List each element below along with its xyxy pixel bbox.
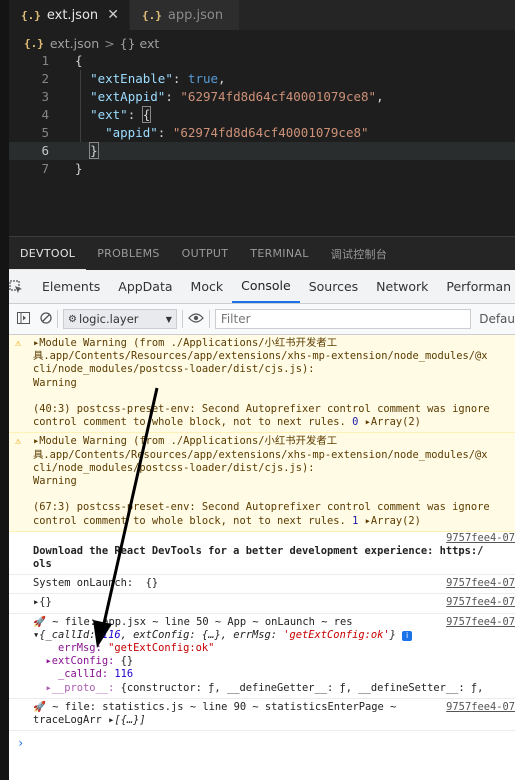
code-line[interactable]: 2 "extEnable": true, [9, 70, 515, 88]
code-editor: {.} ext.json ✕ {.} app.json {.} ext.json… [0, 0, 515, 236]
tab-output[interactable]: OUTPUT [171, 237, 240, 270]
tab-problems[interactable]: PROBLEMS [86, 237, 170, 270]
console-output: ⚠ ▸Module Warning (from ./Applications/小红… [9, 335, 515, 750]
array-toggle[interactable]: ▸[{…}] [108, 714, 146, 726]
line-number: 2 [41, 71, 49, 86]
tab-label: app.json [167, 7, 224, 23]
editor-tabs: {.} ext.json ✕ {.} app.json [9, 0, 515, 30]
source-link[interactable]: 9757fee4-07 [443, 532, 515, 545]
breadcrumb: {.} ext.json > {} ext [24, 34, 159, 52]
object-preview[interactable]: ▾{_callId: 116, extConfig: {…}, errMsg: … [33, 629, 396, 641]
array-toggle[interactable]: ▸Array(2) [365, 515, 421, 527]
divider [181, 310, 183, 328]
tab-label: ext.json [46, 7, 99, 23]
devtools-tabs: Elements AppData Mock Console Sources Ne… [9, 270, 515, 304]
warning-icon: ⚠ [15, 338, 22, 349]
tab-ext-json[interactable]: {.} ext.json ✕ [9, 0, 129, 30]
code-text: "extAppid": "62974fd8d64cf40001079ce8", [90, 89, 384, 104]
line-number: 4 [41, 107, 49, 122]
code-text: { [75, 53, 83, 68]
json-file-icon: {.} [21, 8, 41, 22]
tab-devtool[interactable]: DEVTOOL [9, 237, 87, 270]
warning-message: ⚠ ▸Module Warning (from ./Applications/小红… [9, 433, 515, 532]
code-line[interactable]: 4 "ext": { [9, 106, 515, 124]
tab-console[interactable]: Console [232, 270, 300, 303]
log-row: 9757fee4-07 System onLaunch: {} [9, 575, 515, 595]
divider [57, 310, 58, 328]
json-file-icon: {.} [24, 36, 44, 50]
code-line-current[interactable]: 6 } [9, 142, 515, 160]
chevron-right-icon: > [104, 35, 115, 51]
console-prompt[interactable]: › [9, 731, 515, 750]
clear-console-icon[interactable] [40, 311, 52, 327]
warning-icon: ⚠ [15, 436, 22, 448]
console-toolbar: ⚙ logic.layer ▼ Filter Defau [9, 304, 515, 335]
context-selector[interactable]: ⚙ logic.layer ▼ [62, 309, 177, 329]
source-link[interactable]: 9757fee4-07 [443, 596, 515, 609]
sidebar-toggle-icon[interactable] [17, 311, 30, 327]
tab-app-json[interactable]: {.} app.json [129, 0, 239, 30]
levels-dropdown[interactable]: Defau [479, 312, 515, 326]
log-row-object: 9757fee4-07 🚀 ~ file: app.jsx ~ line 50 ~… [9, 614, 515, 699]
line-number: 5 [41, 125, 49, 140]
tab-debug-console[interactable]: 调试控制台 [320, 237, 399, 270]
line-number: 7 [41, 161, 49, 176]
tab-elements[interactable]: Elements [33, 270, 109, 303]
code-text: "extEnable": true, [90, 71, 226, 86]
tab-sources[interactable]: Sources [300, 270, 367, 303]
code-line[interactable]: 7 } [9, 160, 515, 178]
array-toggle[interactable]: ▸Array(2) [365, 416, 421, 428]
code-text: "ext": { [90, 106, 152, 123]
source-link[interactable]: 9757fee4-07 [443, 577, 515, 590]
chevron-down-icon: ▼ [165, 314, 172, 324]
code-line[interactable]: 3 "extAppid": "62974fd8d64cf40001079ce8"… [9, 88, 515, 106]
warning-message: ⚠ ▸Module Warning (from ./Applications/小红… [9, 335, 515, 434]
eye-icon[interactable] [188, 312, 204, 326]
log-row: 9757fee4-07 Download the React DevTools f… [9, 532, 515, 576]
inspect-icon[interactable] [9, 279, 23, 294]
source-link[interactable]: 9757fee4-07 [443, 701, 515, 714]
context-label: logic.layer [78, 312, 139, 326]
line-number: 6 [41, 143, 49, 158]
breadcrumb-node[interactable]: {} ext [120, 36, 160, 51]
code-text: } [89, 142, 99, 159]
divider [208, 310, 210, 328]
tab-network[interactable]: Network [367, 270, 437, 303]
breadcrumb-file[interactable]: ext.json [50, 36, 99, 51]
close-icon[interactable]: ✕ [107, 7, 119, 23]
panel-tabs: DEVTOOL PROBLEMS OUTPUT TERMINAL 调试控制台 [9, 236, 515, 271]
devtools-panel: Elements AppData Mock Console Sources Ne… [9, 270, 515, 780]
tab-performance[interactable]: Performan [437, 270, 515, 303]
tab-mock[interactable]: Mock [182, 270, 233, 303]
info-icon[interactable]: i [402, 630, 413, 641]
proto-toggle[interactable]: ▸__proto__: [46, 682, 121, 694]
tab-appdata[interactable]: AppData [109, 270, 181, 303]
activity-strip [0, 0, 9, 780]
code-text: } [75, 161, 83, 176]
code-line[interactable]: 1 { [9, 52, 515, 70]
json-file-icon: {.} [142, 8, 162, 22]
code-text: "appid": "62974fd8d64cf40001079ce8" [105, 125, 369, 140]
filter-input[interactable]: Filter [214, 309, 472, 329]
tab-terminal[interactable]: TERMINAL [239, 237, 319, 270]
gear-icon: ⚙ [67, 313, 77, 325]
source-link[interactable]: 9757fee4-07 [443, 616, 515, 629]
code-line[interactable]: 5 "appid": "62974fd8d64cf40001079ce8" [9, 124, 515, 142]
log-row: 9757fee4-07 🚀 ~ file: statistics.js ~ lin… [9, 699, 515, 732]
line-number: 3 [41, 89, 49, 104]
log-row[interactable]: 9757fee4-07 ▸{} [9, 594, 515, 614]
line-number: 1 [41, 53, 49, 68]
extconfig-toggle[interactable]: ▸extConfig: [46, 655, 121, 667]
